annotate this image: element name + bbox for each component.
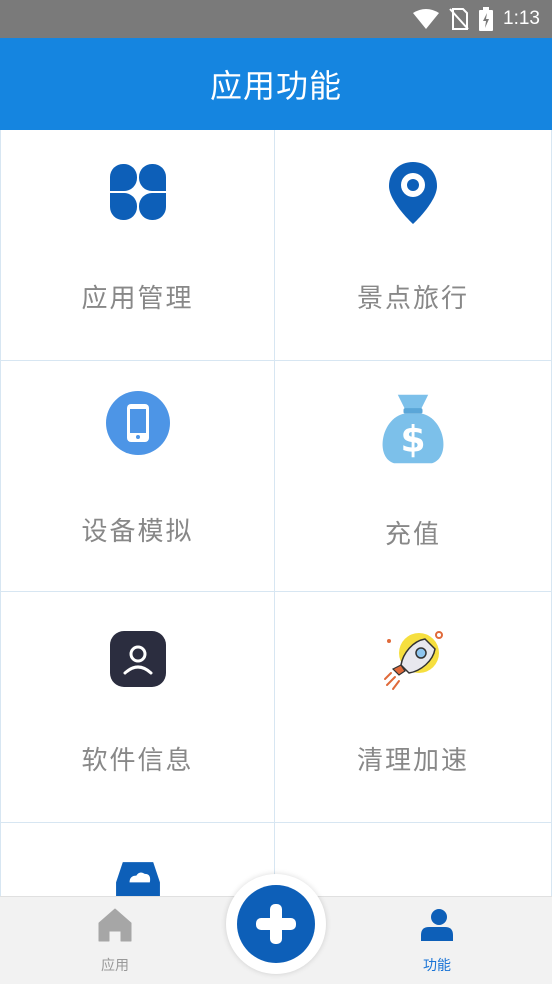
grid-item-label: 应用管理 [81, 284, 194, 314]
page-title: 应用功能 [209, 67, 342, 105]
cloud-icon [115, 862, 160, 896]
grid-item-software-info[interactable]: 软件信息 [0, 592, 275, 823]
user-badge-icon [109, 631, 166, 687]
location-pin-icon [389, 162, 437, 224]
grid-cell-empty [275, 823, 552, 896]
grid-item-label: 设备模拟 [81, 517, 194, 547]
money-bag-icon: $ [382, 394, 444, 464]
person-icon [421, 909, 453, 941]
svg-text:$: $ [400, 419, 425, 461]
grid-item-recharge[interactable]: $ 充值 [275, 361, 552, 592]
wifi-icon [413, 9, 440, 29]
status-bar: 1:13 [0, 0, 552, 38]
fab-container [226, 874, 326, 974]
status-time: 1:13 [503, 8, 540, 29]
grid-item-label: 清理加速 [356, 746, 469, 776]
app-grid-icon [109, 164, 166, 220]
home-icon [98, 908, 132, 942]
battery-charging-icon [479, 7, 494, 31]
add-button[interactable] [237, 885, 315, 963]
grid-item-label: 景点旅行 [356, 284, 469, 314]
rocket-icon [384, 631, 443, 690]
status-icons: 1:13 [413, 0, 540, 38]
nav-label-apps: 应用 [101, 958, 129, 974]
grid-item-scenic-travel[interactable]: 景点旅行 [275, 130, 552, 361]
plus-icon [256, 904, 296, 944]
grid-item-label: 软件信息 [81, 746, 194, 776]
grid-item-cleanup-boost[interactable]: 清理加速 [275, 592, 552, 823]
grid-item-device-simulation[interactable]: 设备模拟 [0, 361, 275, 592]
nav-item-apps[interactable]: 应用 [65, 897, 165, 984]
phone-icon [105, 391, 170, 455]
grid-item-app-management[interactable]: 应用管理 [0, 130, 275, 361]
feature-grid: 应用管理 景点旅行 设备模拟 $ 充值 软件信息 清理加速 [0, 130, 552, 896]
nav-label-features: 功能 [423, 958, 451, 974]
nav-item-features[interactable]: 功能 [387, 897, 487, 984]
app-header: 应用功能 [0, 38, 552, 130]
grid-item-label: 充值 [384, 520, 441, 550]
no-sim-icon [449, 8, 469, 30]
grid-item-cloud[interactable] [0, 823, 275, 896]
